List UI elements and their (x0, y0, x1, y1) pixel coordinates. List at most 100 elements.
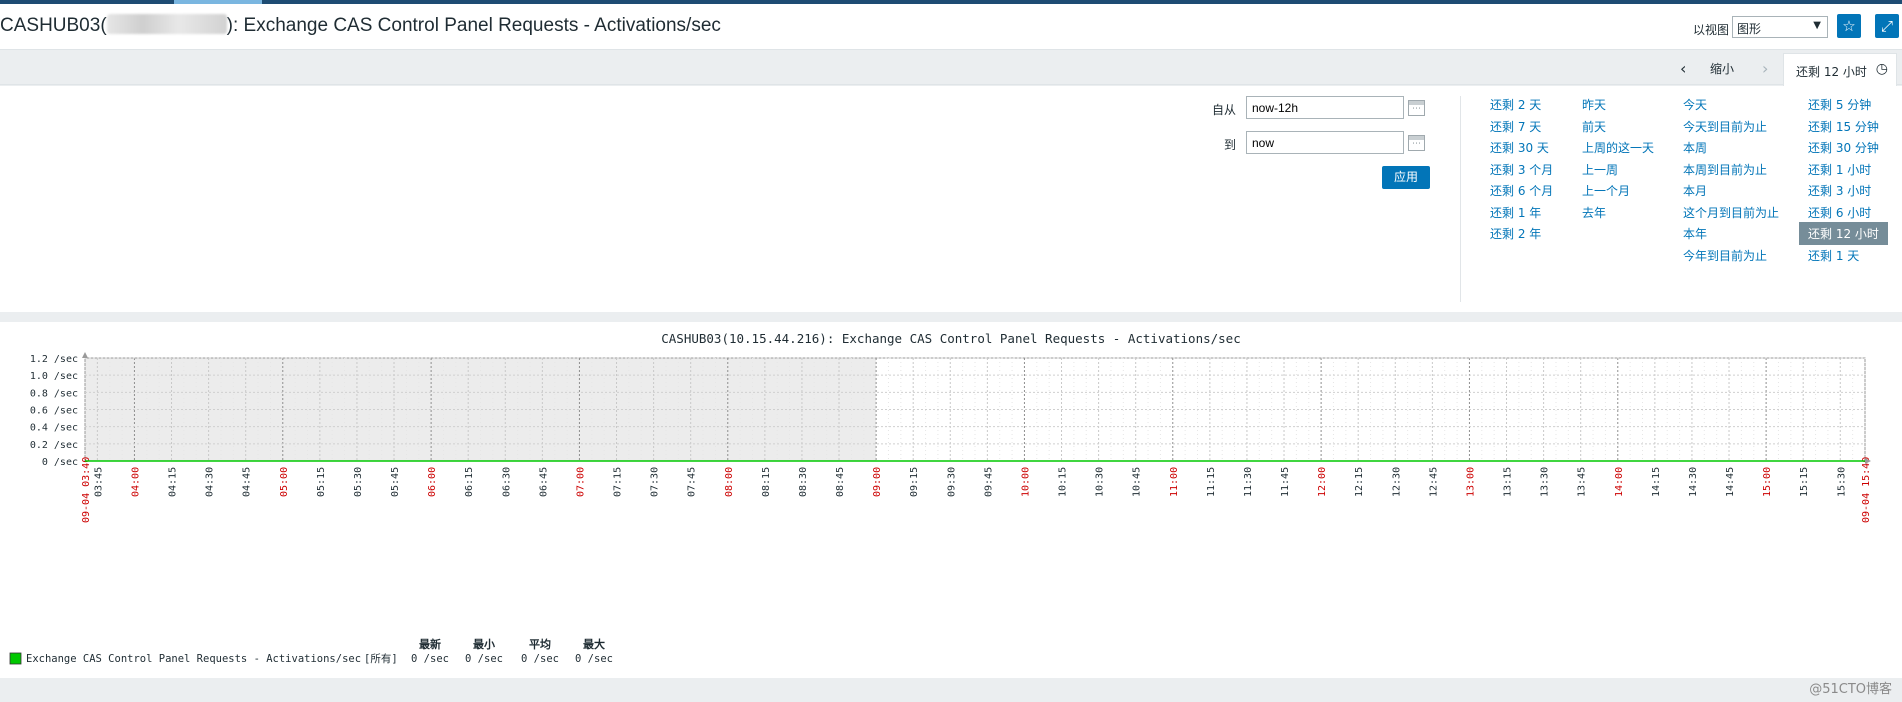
page-title: CASHUB03(): Exchange CAS Control Panel R… (0, 14, 721, 37)
x-tick-label: 10:15 (1058, 467, 1069, 497)
time-range-tab[interactable]: 还剩 12 小时 ◷ (1783, 53, 1897, 86)
legend-header: 最大 (583, 637, 605, 651)
quick-range-link[interactable]: 还剩 1 小时 (1808, 161, 1871, 178)
legend-header: 平均 (529, 637, 551, 651)
quick-range-link[interactable]: 今天 (1683, 96, 1707, 113)
x-tick-label: 05:30 (353, 467, 364, 497)
x-tick-label: 09:45 (983, 467, 994, 497)
y-tick-label: 0.2 /sec (30, 440, 78, 451)
quick-range-link[interactable]: 本周 (1683, 139, 1707, 156)
quick-range-link[interactable]: 还剩 6 个月 (1490, 182, 1553, 199)
quick-range-link[interactable]: 今天到目前为止 (1683, 118, 1767, 135)
x-tick-label: 11:45 (1280, 467, 1291, 497)
quick-range-link[interactable]: 去年 (1582, 204, 1606, 221)
x-tick-label: 13:45 (1577, 467, 1588, 497)
legend-item-name: Exchange CAS Control Panel Requests - Ac… (26, 653, 361, 665)
x-tick-label: 06:00 (427, 467, 438, 497)
x-end-label: 09-04 15:40 (1861, 457, 1872, 523)
legend-header: 最小 (473, 637, 495, 651)
legend-value: 0 /sec (411, 653, 449, 665)
quick-range-link[interactable]: 今年到目前为止 (1683, 247, 1767, 264)
clock-icon: ◷ (1875, 61, 1888, 77)
quick-range-link[interactable]: 上一个月 (1582, 182, 1630, 199)
x-tick-label: 12:15 (1354, 467, 1365, 497)
graph-svg: 03:45 04:00 04:15 04:30 04:45 05:00 05:15 05:30… (9, 352, 1872, 665)
quick-range-link[interactable]: 还剩 30 天 (1490, 139, 1549, 156)
x-tick-label: 12:30 (1391, 467, 1402, 497)
x-tick-label: 07:00 (575, 467, 586, 497)
quick-range-link[interactable]: 这个月到目前为止 (1683, 204, 1779, 221)
quick-range-link[interactable]: 本年 (1683, 225, 1707, 242)
x-tick-label: 06:45 (538, 467, 549, 497)
time-filter-panel: 自从 到 应用 还剩 2 天还剩 7 天还剩 30 天还剩 3 个月还剩 6 个… (0, 86, 1902, 312)
quick-range-link[interactable]: 还剩 7 天 (1490, 118, 1541, 135)
quick-range-link[interactable]: 还剩 3 小时 (1808, 182, 1871, 199)
x-tick-label: 05:15 (316, 467, 327, 497)
x-tick-label: 15:00 (1762, 467, 1773, 497)
calendar-icon[interactable] (1408, 100, 1425, 116)
favorite-button[interactable]: ☆ (1837, 14, 1861, 38)
y-tick-label: 0.6 /sec (30, 406, 78, 417)
x-tick-label: 13:30 (1540, 467, 1551, 497)
quick-range-link[interactable]: 前天 (1582, 118, 1606, 135)
expand-icon: ⤢ (1880, 17, 1893, 35)
fullscreen-button[interactable]: ⤢ (1875, 14, 1899, 38)
x-tick-label: 08:15 (761, 467, 772, 497)
star-icon: ☆ (1842, 17, 1856, 35)
chevron-left-icon[interactable]: ‹ (1680, 59, 1686, 78)
to-label: 到 (1224, 138, 1237, 152)
quick-range-link[interactable]: 还剩 3 个月 (1490, 161, 1553, 178)
x-tick-label: 11:15 (1206, 467, 1217, 497)
quick-range-link[interactable]: 上周的这一天 (1582, 139, 1654, 156)
quick-range-link[interactable]: 还剩 6 小时 (1808, 204, 1871, 221)
x-tick-label: 08:30 (798, 467, 809, 497)
page-header: CASHUB03(): Exchange CAS Control Panel R… (0, 4, 1902, 50)
x-tick-label: 04:15 (168, 467, 179, 497)
chevron-right-icon[interactable]: › (1762, 59, 1768, 78)
apply-button[interactable]: 应用 (1382, 166, 1430, 189)
x-tick-label: 07:30 (650, 467, 661, 497)
time-navigation-bar: ‹ 缩小 › 还剩 12 小时 ◷ (0, 51, 1902, 86)
y-tick-label: 0.8 /sec (30, 388, 78, 399)
x-tick-label: 05:00 (279, 467, 290, 497)
quick-range-link[interactable]: 还剩 12 小时 (1799, 222, 1888, 245)
to-input[interactable] (1246, 131, 1404, 154)
quick-range-link[interactable]: 本周到目前为止 (1683, 161, 1767, 178)
x-tick-label: 06:15 (464, 467, 475, 497)
zoom-out-button[interactable]: 缩小 (1710, 60, 1734, 77)
x-tick-label: 03:45 (93, 467, 104, 497)
x-tick-label: 14:15 (1651, 467, 1662, 497)
view-select[interactable]: 图形 ▼ (1732, 16, 1828, 38)
quick-range-link[interactable]: 还剩 1 年 (1490, 204, 1541, 221)
quick-range-link[interactable]: 还剩 30 分钟 (1808, 139, 1879, 156)
x-tick-label: 10:45 (1132, 467, 1143, 497)
quick-range-link[interactable]: 昨天 (1582, 96, 1606, 113)
quick-range-link[interactable]: 上一周 (1582, 161, 1618, 178)
view-select-value: 图形 (1737, 22, 1762, 36)
quick-range-link[interactable]: 还剩 1 天 (1808, 247, 1859, 264)
x-start-label: 09-04 03:40 (81, 457, 92, 523)
quick-range-link[interactable]: 还剩 15 分钟 (1808, 118, 1879, 135)
from-input[interactable] (1246, 96, 1404, 119)
filter-divider (1460, 96, 1461, 302)
legend-value: 0 /sec (575, 653, 613, 665)
title-suffix: ): Exchange CAS Control Panel Requests -… (226, 15, 721, 36)
legend-header: 最新 (419, 637, 441, 651)
calendar-icon[interactable] (1408, 135, 1425, 151)
graph-panel: CASHUB03(10.15.44.216): Exchange CAS Con… (0, 322, 1902, 678)
legend-swatch (9, 652, 22, 665)
quick-range-link[interactable]: 还剩 2 天 (1490, 96, 1541, 113)
quick-range-link[interactable]: 本月 (1683, 182, 1707, 199)
x-tick-label: 04:30 (205, 467, 216, 497)
y-axis-arrow (82, 352, 88, 358)
x-tick-label: 06:30 (501, 467, 512, 497)
x-tick-label: 04:00 (130, 467, 141, 497)
x-tick-label: 09:15 (909, 467, 920, 497)
legend-value: 0 /sec (465, 653, 503, 665)
view-label: 以视图 (1693, 23, 1730, 37)
y-tick-label: 1.2 /sec (30, 354, 78, 365)
quick-range-link[interactable]: 还剩 2 年 (1490, 225, 1541, 242)
x-tick-label: 07:15 (613, 467, 624, 497)
quick-range-link[interactable]: 还剩 5 分钟 (1808, 96, 1871, 113)
x-tick-label: 09:30 (946, 467, 957, 497)
